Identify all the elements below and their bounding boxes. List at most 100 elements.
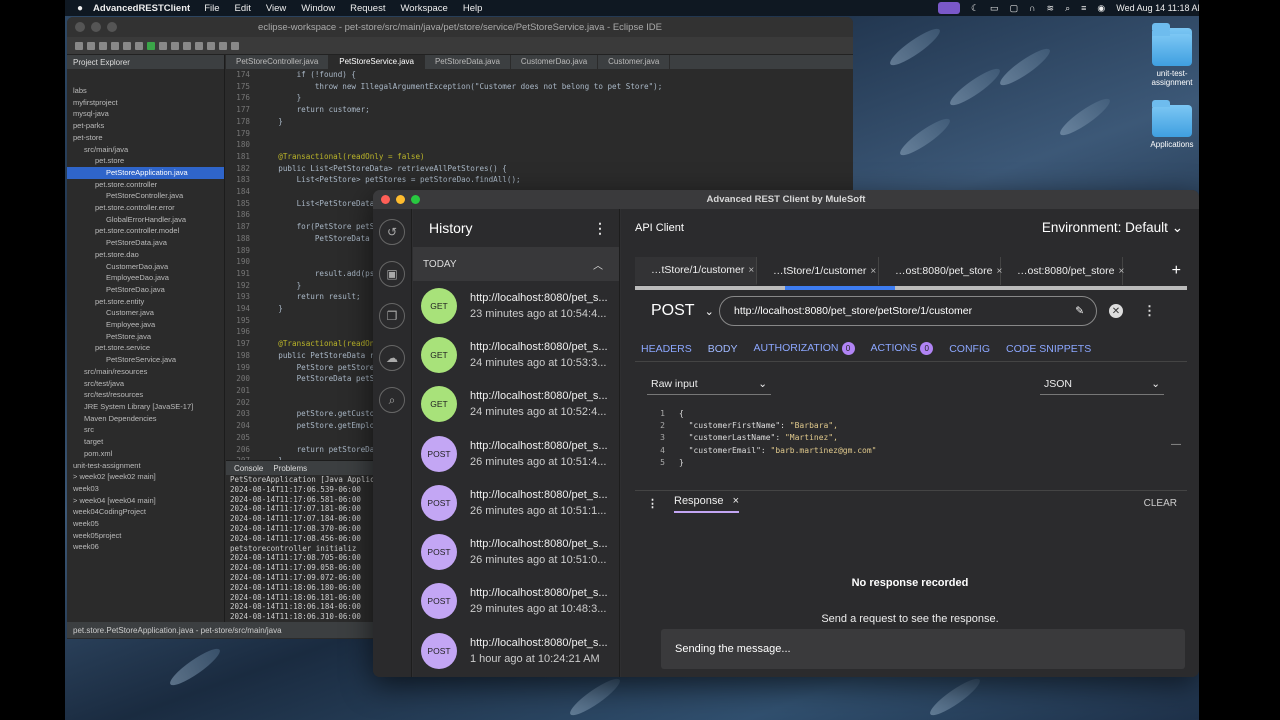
close-icon[interactable]: × [870,266,876,277]
new-icon[interactable] [75,41,83,50]
minimize-window-button[interactable] [396,195,405,204]
tree-item[interactable]: PetStoreController.java [67,190,224,202]
external-tools-icon[interactable] [159,41,167,50]
tree-item[interactable]: week05project [67,530,224,542]
resize-handle-icon[interactable]: — [1171,439,1181,450]
environment-selector[interactable]: Environment: Default ⌄ [1042,220,1183,236]
tree-item[interactable]: src/test/resources [67,389,224,401]
history-item[interactable]: GET http://localhost:8080/pet_s... 23 minu… [413,281,619,330]
tree-item[interactable]: PetStoreApplication.java [67,166,224,179]
search-icon[interactable] [195,41,203,50]
tab-console[interactable]: Console [234,464,263,473]
siri-icon[interactable]: ◉ [1097,3,1105,14]
tab-petstoreservice[interactable]: PetStoreService.java [329,55,425,69]
saved-icon[interactable]: ▣ [379,261,405,287]
tree-item[interactable]: Customer.java [67,307,224,319]
tab-actions[interactable]: ACTIONS 0 [871,342,934,355]
search-icon[interactable]: ⌕ [1065,3,1070,14]
request-tab[interactable]: …tStore/1/customer × [635,257,757,285]
json-body-editor[interactable]: 1{2 "customerFirstName": "Barbara", 3 "cu… [635,408,1187,468]
tab-code-snippets[interactable]: CODE SNIPPETS [1006,343,1091,355]
tree-item[interactable]: pom.xml [67,448,224,460]
tab-headers[interactable]: HEADERS [641,343,692,355]
tree-item[interactable]: src/main/java [67,144,224,156]
zoom-window-button[interactable] [411,195,420,204]
tree-item[interactable]: PetStoreData.java [67,237,224,249]
method-selector[interactable]: POST ⌄ [635,302,719,320]
tree-item[interactable]: pet.store.controller.error [67,202,224,214]
wifi-icon[interactable]: ≋ [1047,3,1055,14]
menu-help[interactable]: Help [463,3,483,14]
run-icon[interactable] [147,41,155,50]
close-window-button[interactable] [381,195,390,204]
moon-icon[interactable]: ☾ [971,3,979,14]
tab-body[interactable]: BODY [708,343,738,355]
control-center-icon[interactable]: ≡ [1081,3,1086,13]
tree-item[interactable]: EmployeeDao.java [67,272,224,284]
debug-icon[interactable] [135,41,143,50]
tree-item[interactable]: > week04 [week04 main] [67,495,224,507]
tab-customerdao[interactable]: CustomerDao.java [511,55,599,69]
tree-item[interactable]: JRE System Library [JavaSE-17] [67,401,224,413]
history-item[interactable]: POST http://localhost:8080/pet_s... 1 hour… [413,626,619,675]
close-icon[interactable]: × [733,495,739,507]
add-tab-button[interactable]: + [1172,262,1181,280]
tab-config[interactable]: CONFIG [949,343,990,355]
history-icon[interactable]: ↺ [379,219,405,245]
menu-edit[interactable]: Edit [235,3,251,14]
tree-item[interactable]: Maven Dependencies [67,413,224,425]
tab-customer[interactable]: Customer.java [598,55,671,69]
tab-response[interactable]: Response × [674,495,740,513]
history-item[interactable]: POST http://localhost:8080/pet_s... 26 min… [413,527,619,576]
tree-item[interactable]: pet.store.controller [67,179,224,191]
request-tab[interactable]: …ost:8080/pet_store × [879,257,1002,285]
close-window-button[interactable] [75,22,85,32]
response-menu-icon[interactable]: ⋮ [635,497,670,510]
tree-item[interactable]: pet.store.service [67,342,224,354]
tree-item[interactable]: unit-test-assignment [67,460,224,472]
history-item[interactable]: POST http://localhost:8080/pet_s... 26 min… [413,429,619,478]
screen-recording-icon[interactable] [937,2,960,14]
request-tab[interactable]: …tStore/1/customer × [757,257,879,285]
tree-item[interactable]: PetStoreService.java [67,354,224,366]
open-type-icon[interactable] [183,41,191,50]
search-icon[interactable]: ⌕ [379,387,405,413]
history-menu-icon[interactable]: ⋮ [593,220,607,237]
tree-item[interactable]: week04CodingProject [67,506,224,518]
cloud-icon[interactable]: ☁ [379,345,405,371]
menu-request[interactable]: Request [350,3,385,14]
print-icon[interactable] [111,41,119,50]
close-icon[interactable]: × [1118,266,1124,277]
tree-item[interactable]: Employee.java [67,319,224,331]
clear-button[interactable]: CLEAR [1144,498,1177,509]
project-explorer-title[interactable]: Project Explorer [67,55,224,69]
menu-view[interactable]: View [266,3,286,14]
battery-icon[interactable]: ▭ [990,3,999,14]
content-type-select[interactable]: JSON ⌄ [1040,373,1164,395]
zoom-window-button[interactable] [107,22,117,32]
tree-item[interactable]: PetStore.java [67,331,224,343]
headphones-icon[interactable]: ∩ [1029,3,1035,13]
tree-item[interactable]: mysql-java [67,108,224,120]
tab-authorization[interactable]: AUTHORIZATION 0 [754,342,855,355]
desktop-icon-applications[interactable]: Applications [1137,100,1207,149]
tab-problems[interactable]: Problems [273,464,307,473]
tree-item[interactable]: pet-parks [67,120,224,132]
history-item[interactable]: GET http://localhost:8080/pet_s... 24 minu… [413,330,619,379]
save-icon[interactable] [87,41,95,50]
tree-item[interactable]: src/test/java [67,378,224,390]
tree-item[interactable]: CustomerDao.java [67,261,224,273]
menu-app-name[interactable]: AdvancedRESTClient [93,3,190,14]
request-menu-icon[interactable]: ⋮ [1143,303,1156,319]
body-editor-select[interactable]: Raw input ⌄ [647,373,771,395]
build-icon[interactable] [123,41,131,50]
close-icon[interactable]: × [748,265,754,276]
tree-item[interactable]: PetStoreDao.java [67,284,224,296]
menu-file[interactable]: File [204,3,219,14]
tree-item[interactable]: GlobalErrorHandler.java [67,214,224,226]
apple-icon[interactable]: ● [77,3,83,14]
tree-item[interactable]: src [67,424,224,436]
tree-item[interactable]: week06 [67,541,224,553]
display-icon[interactable]: ▢ [1010,3,1019,14]
history-item[interactable]: POST http://localhost:8080/pet_s... 26 min… [413,478,619,527]
